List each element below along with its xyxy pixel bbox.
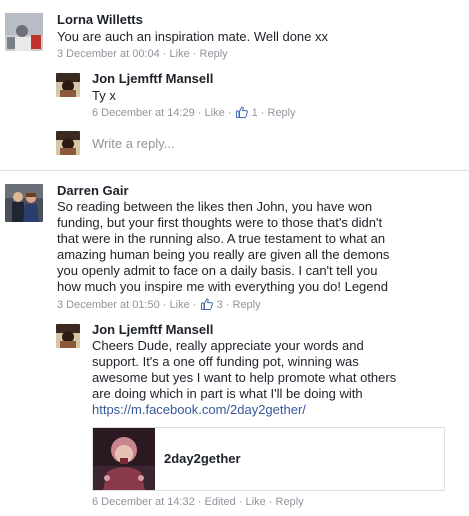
separator: · (192, 48, 197, 60)
link-preview-title: 2day2gether (164, 451, 241, 466)
separator: · (162, 299, 167, 311)
profile-photo (56, 131, 80, 155)
reply-link[interactable]: Reply (268, 107, 296, 119)
comment-timestamp[interactable]: 3 December at 00:04 (57, 48, 160, 60)
avatar-jon-mansell[interactable] (56, 73, 80, 97)
like-count[interactable]: 3 (217, 299, 223, 311)
comment-author[interactable]: Lorna Willetts (57, 12, 143, 28)
comment-meta: 6 December at 14:29 · Like · 1 · Reply (92, 106, 296, 120)
reply-link[interactable]: Reply (200, 48, 228, 60)
comment-text-line: funding, but your first thoughts were to… (57, 215, 383, 230)
like-link[interactable]: Like (170, 48, 190, 60)
comment-timestamp[interactable]: 6 December at 14:29 (92, 107, 195, 119)
comment-meta: 3 December at 00:04 · Like · Reply (57, 47, 228, 61)
comment-text-line: are doing which in part is what I'll be … (92, 386, 363, 401)
separator: · (192, 299, 197, 311)
comment-author[interactable]: Darren Gair (57, 183, 129, 199)
like-link[interactable]: Like (170, 299, 190, 311)
separator: · (227, 107, 232, 119)
comment-meta: 3 December at 01:50 · Like · 3 · Reply (57, 298, 261, 312)
comment-text-line: So reading between the likes then John, … (57, 199, 373, 214)
profile-photo (5, 184, 43, 222)
separator: · (197, 496, 202, 508)
comment-text-line: Cheers Dude, really appreciate your word… (92, 338, 364, 353)
comment-text-line: you openly admit to face on a daily basi… (57, 263, 378, 278)
comment-meta: 6 December at 14:32 · Edited · Like · Re… (92, 495, 304, 509)
avatar-jon-mansell[interactable] (56, 324, 80, 348)
comment-text-line: that were in the running also. A true te… (57, 231, 386, 246)
reply-link[interactable]: Reply (233, 299, 261, 311)
separator: · (225, 299, 230, 311)
reply-box-avatar (56, 131, 80, 155)
avatar-lorna-willetts[interactable] (5, 13, 43, 51)
comment-link[interactable]: https://m.facebook.com/2day2gether/ (92, 402, 306, 418)
comment-text-line: awesome but yes I want to help promote w… (92, 370, 397, 385)
reply-link[interactable]: Reply (276, 496, 304, 508)
thumbs-up-icon (200, 298, 213, 310)
separator: · (260, 107, 265, 119)
separator: · (197, 107, 202, 119)
comment-timestamp[interactable]: 6 December at 14:32 (92, 496, 195, 508)
separator: · (238, 496, 243, 508)
like-link[interactable]: Like (246, 496, 266, 508)
comment-text: Ty x (92, 88, 116, 103)
comment-text: You are auch an inspiration mate. Well d… (57, 29, 329, 44)
comment-text-line: how much you inspire me with everything … (57, 279, 388, 294)
comments-thread: Lorna Willetts You are auch an inspirati… (0, 0, 469, 516)
avatar-darren-gair[interactable] (5, 184, 43, 222)
separator: · (268, 496, 273, 508)
comment-text-line: amazing human being you really are given… (57, 247, 390, 262)
like-link[interactable]: Like (205, 107, 225, 119)
link-preview-image (93, 428, 155, 490)
separator: · (162, 48, 167, 60)
profile-photo (56, 73, 80, 97)
comment-text-line: support. It's a one off funding pot, win… (92, 354, 359, 369)
link-preview-card[interactable]: 2day2gether (92, 427, 445, 491)
comment-author[interactable]: Jon Ljemftf Mansell (92, 71, 213, 87)
comment-timestamp[interactable]: 3 December at 01:50 (57, 299, 160, 311)
reply-input[interactable]: Write a reply... (92, 136, 452, 152)
thumbs-up-icon (235, 106, 248, 118)
profile-photo (5, 13, 43, 51)
preview-thumbnail (93, 428, 155, 490)
profile-photo (56, 324, 80, 348)
edited-link[interactable]: Edited (205, 496, 236, 508)
comment-author[interactable]: Jon Ljemftf Mansell (92, 322, 213, 338)
like-count[interactable]: 1 (252, 107, 258, 119)
comment-divider (0, 170, 469, 171)
